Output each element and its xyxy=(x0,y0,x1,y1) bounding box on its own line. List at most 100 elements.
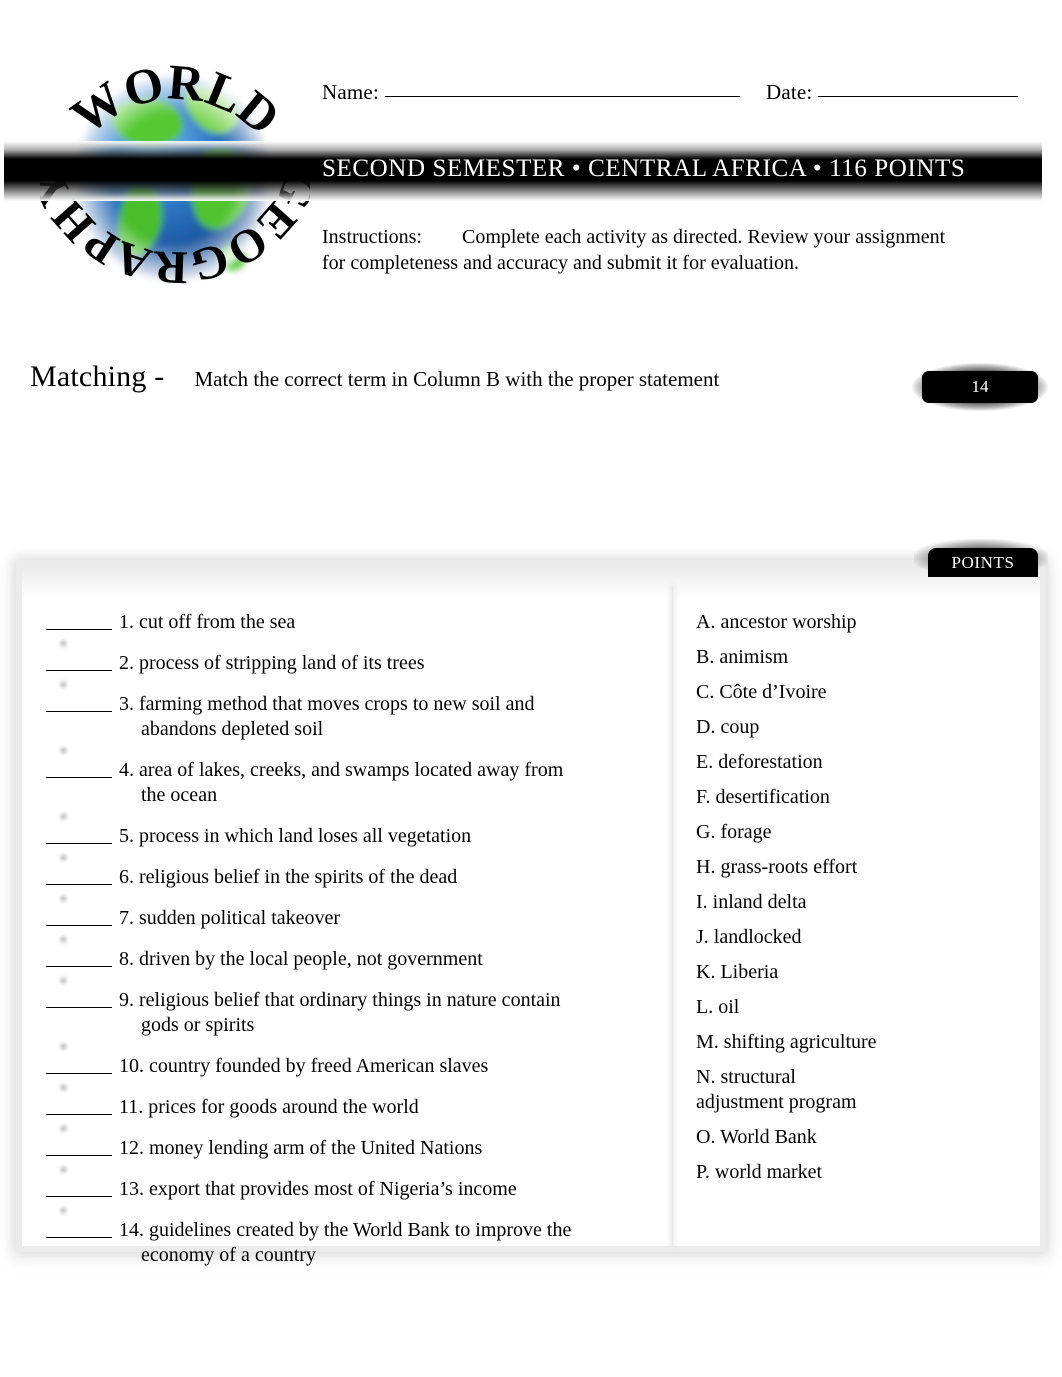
answer-blank[interactable] xyxy=(46,758,112,778)
statement-line-2: the ocean xyxy=(141,784,218,806)
statement-text: 3. farming method that moves crops to ne… xyxy=(119,692,652,742)
section-title: Matching - xyxy=(30,360,165,393)
statement-line-1: cut off from the sea xyxy=(139,611,296,633)
match-statement-row: 10. country founded by freed American sl… xyxy=(46,1041,652,1079)
match-statement-row: 4. area of lakes, creeks, and swamps loc… xyxy=(46,745,652,808)
match-term-row: A. ancestor worship xyxy=(696,610,1026,635)
name-input-line[interactable] xyxy=(384,96,740,97)
match-term-row: O. World Bank xyxy=(696,1125,1026,1150)
match-term-row: P. world market xyxy=(696,1160,1026,1185)
answer-blank[interactable] xyxy=(46,692,112,712)
term-text: grass-roots effort xyxy=(720,856,858,878)
term-text: shifting agriculture xyxy=(723,1031,877,1053)
answer-blank[interactable] xyxy=(46,651,112,671)
term-letter: O. xyxy=(696,1126,721,1148)
term-text: deforestation xyxy=(718,751,823,773)
match-term-row: F. desertification xyxy=(696,785,1026,810)
scan-speck-icon xyxy=(58,934,69,945)
match-term-row: C. Côte d’Ivoire xyxy=(696,680,1026,705)
statement-text: 10. country founded by freed American sl… xyxy=(119,1054,652,1079)
answer-blank[interactable] xyxy=(46,947,112,967)
points-tab-label: POINTS xyxy=(914,539,1048,577)
term-letter: E. xyxy=(696,751,719,773)
date-label: Date: xyxy=(765,80,813,104)
term-letter: G. xyxy=(696,821,721,843)
match-term-row: N. structural adjustment program xyxy=(696,1065,1026,1115)
match-term-row: I. inland delta xyxy=(696,890,1026,915)
section-points-badge: 14 xyxy=(912,363,1048,411)
statement-number: 5. xyxy=(119,825,139,847)
term-text: Liberia xyxy=(720,961,779,983)
match-term-row: K. Liberia xyxy=(696,960,1026,985)
match-term-row: E. deforestation xyxy=(696,750,1026,775)
statement-number: 13. xyxy=(119,1178,149,1200)
match-term-row: J. landlocked xyxy=(696,925,1026,950)
statement-number: 11. xyxy=(119,1096,149,1118)
statement-line-1: religious belief in the spirits of the d… xyxy=(139,866,458,888)
term-letter: J. xyxy=(696,926,714,948)
scan-speck-icon xyxy=(58,811,69,822)
match-term-row: D. coup xyxy=(696,715,1026,740)
answer-blank[interactable] xyxy=(46,1136,112,1156)
answer-blank[interactable] xyxy=(46,1218,112,1238)
name-date-row: Name: Date: xyxy=(322,79,1052,105)
match-term-row: G. forage xyxy=(696,820,1026,845)
statement-line-2: abandons depleted soil xyxy=(141,718,324,740)
statement-number: 14. xyxy=(119,1219,149,1241)
term-text: oil xyxy=(718,996,740,1018)
statement-text: 14. guidelines created by the World Bank… xyxy=(119,1218,652,1268)
column-b-terms: A. ancestor worship B. animism C. Côte d’I… xyxy=(696,610,1026,1195)
statement-text: 7. sudden political takeover xyxy=(119,906,652,931)
statement-text: 8. driven by the local people, not gover… xyxy=(119,947,652,972)
term-letter: B. xyxy=(696,646,720,668)
answer-blank[interactable] xyxy=(46,988,112,1008)
match-term-row: M. shifting agriculture xyxy=(696,1030,1026,1055)
statement-line-1: process in which land loses all vegetati… xyxy=(139,825,472,847)
term-text: desertification xyxy=(715,786,830,808)
statement-text: 4. area of lakes, creeks, and swamps loc… xyxy=(119,758,652,808)
statement-text: 5. process in which land loses all veget… xyxy=(119,824,652,849)
statement-number: 8. xyxy=(119,948,139,970)
match-statement-row: 13. export that provides most of Nigeria… xyxy=(46,1164,652,1202)
term-letter: C. xyxy=(696,681,720,703)
answer-blank[interactable] xyxy=(46,1177,112,1197)
banner-title: SECOND SEMESTER • CENTRAL AFRICA • 116 P… xyxy=(322,155,966,182)
match-term-row: L. oil xyxy=(696,995,1026,1020)
date-input-line[interactable] xyxy=(818,96,1019,97)
answer-blank[interactable] xyxy=(46,906,112,926)
answer-blank[interactable] xyxy=(46,610,112,630)
statement-line-2: economy of a country xyxy=(141,1244,316,1266)
term-text: landlocked xyxy=(713,926,802,948)
statement-line-1: religious belief that ordinary things in… xyxy=(139,989,561,1011)
scan-speck-icon xyxy=(58,1205,69,1216)
statement-number: 4. xyxy=(119,759,139,781)
statement-line-1: money lending arm of the United Nations xyxy=(149,1137,483,1159)
term-letter: L. xyxy=(696,996,719,1018)
answer-blank[interactable] xyxy=(46,865,112,885)
statement-line-1: area of lakes, creeks, and swamps locate… xyxy=(139,759,564,781)
section-header: Matching - Match the correct term in Colu… xyxy=(30,360,910,394)
statement-line-1: country founded by freed American slaves xyxy=(149,1055,489,1077)
scan-speck-icon xyxy=(58,893,69,904)
term-text: ancestor worship xyxy=(720,611,857,633)
statement-line-2: gods or spirits xyxy=(141,1014,255,1036)
term-text: animism xyxy=(719,646,789,668)
term-text: Côte d’Ivoire xyxy=(719,681,827,703)
answer-blank[interactable] xyxy=(46,1054,112,1074)
column-divider xyxy=(672,586,673,1246)
match-statement-row: 5. process in which land loses all veget… xyxy=(46,811,652,849)
term-letter: I. xyxy=(696,891,713,913)
statement-text: 6. religious belief in the spirits of th… xyxy=(119,865,652,890)
term-text: coup xyxy=(720,716,760,738)
statement-line-1: farming method that moves crops to new s… xyxy=(139,693,535,715)
match-statement-row: 9. religious belief that ordinary things… xyxy=(46,975,652,1038)
statement-line-1: prices for goods around the world xyxy=(148,1096,419,1118)
match-term-row: H. grass-roots effort xyxy=(696,855,1026,880)
scan-speck-icon xyxy=(58,1164,69,1175)
statement-line-1: driven by the local people, not governme… xyxy=(139,948,483,970)
statement-text: 11. prices for goods around the world xyxy=(119,1095,652,1120)
column-a-statements: 1. cut off from the sea 2. process of str… xyxy=(46,610,652,1284)
answer-blank[interactable] xyxy=(46,824,112,844)
term-letter: M. xyxy=(696,1031,724,1053)
answer-blank[interactable] xyxy=(46,1095,112,1115)
